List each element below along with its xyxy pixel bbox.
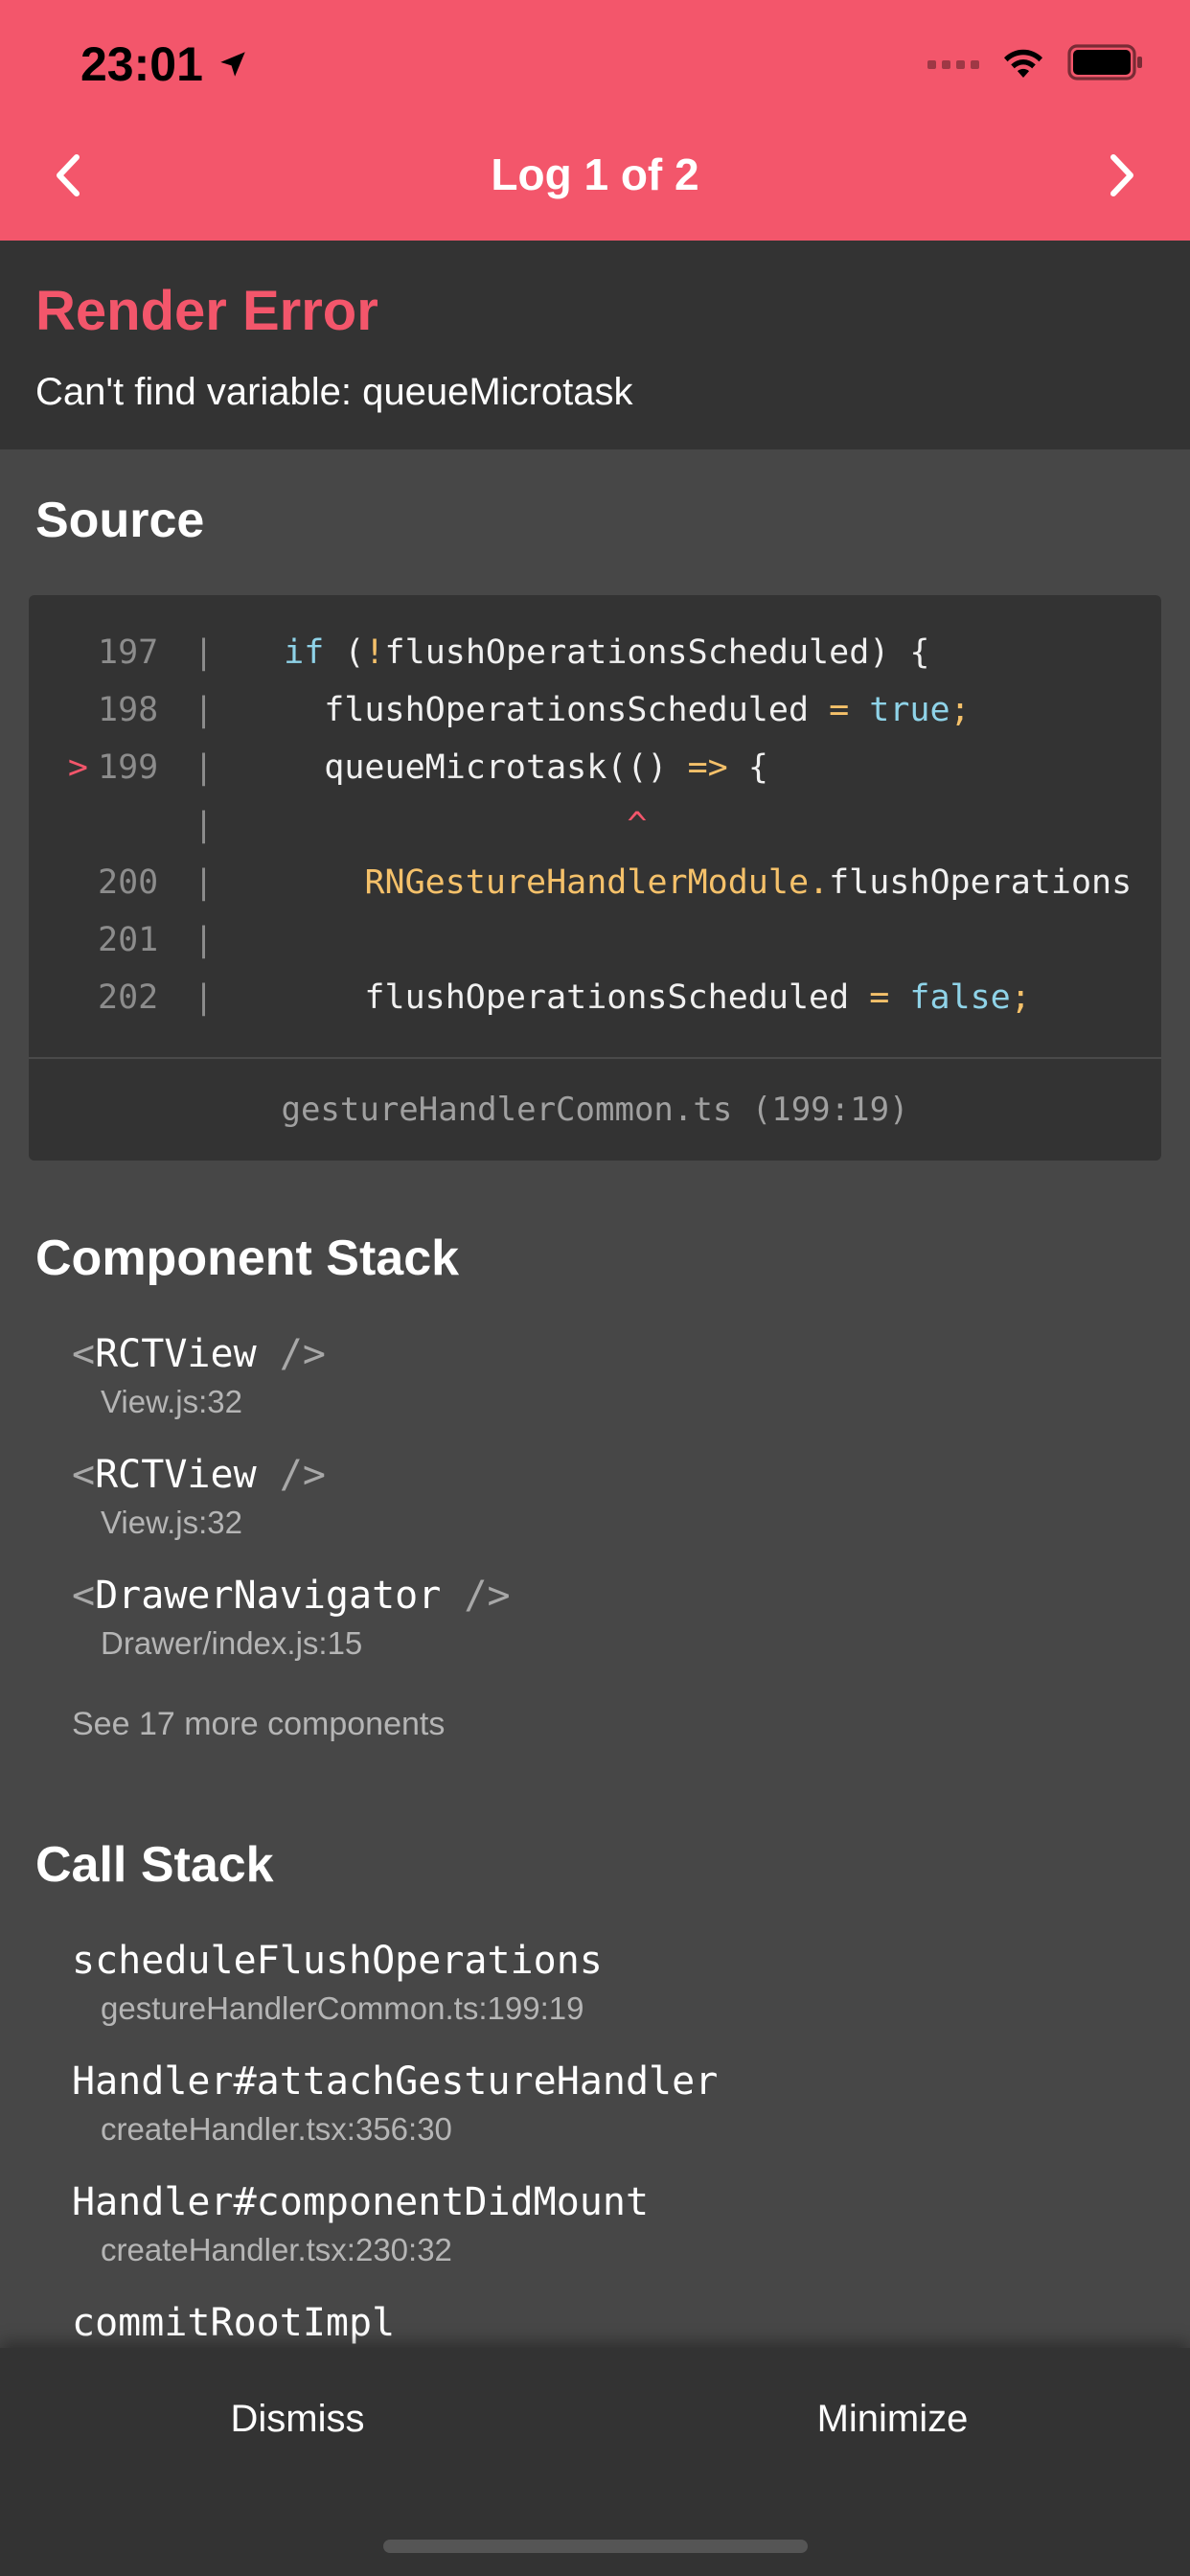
call-stack-frame[interactable]: Handler#componentDidMount createHandler.… bbox=[72, 2180, 649, 2268]
code-frame[interactable]: 197 | if (!flushOperationsScheduled) { 1… bbox=[29, 595, 1161, 1161]
function-name: Handler#componentDidMount bbox=[72, 2180, 650, 2224]
function-location: gestureHandlerCommon.ts:199:19 bbox=[101, 1990, 584, 2026]
component-stack-title: Component Stack bbox=[35, 1230, 460, 1286]
function-location: createHandler.tsx:230:32 bbox=[101, 2232, 452, 2267]
log-counter-title: Log 1 of 2 bbox=[491, 150, 699, 199]
component-location: Drawer/index.js:15 bbox=[101, 1625, 363, 1661]
code-line: 202 | flushOperationsScheduled = false; bbox=[98, 978, 1031, 1017]
battery-icon bbox=[1067, 44, 1144, 85]
call-stack-frame[interactable]: commitRootImpl bbox=[72, 2301, 395, 2345]
code-line: 198 | flushOperationsScheduled = true; bbox=[98, 691, 971, 729]
source-file-link[interactable]: gestureHandlerCommon.ts (199:19) bbox=[29, 1057, 1161, 1161]
line-number: 201 bbox=[98, 921, 159, 959]
error-line-marker: > bbox=[67, 748, 88, 787]
line-number: 200 bbox=[98, 863, 159, 902]
function-name: commitRootImpl bbox=[72, 2301, 396, 2345]
component-name: DrawerNavigator bbox=[95, 1574, 442, 1618]
code-caret-line: | ^ bbox=[194, 806, 648, 844]
component-frame[interactable]: <RCTView /> View.js:32 bbox=[72, 1332, 326, 1420]
next-log-button[interactable] bbox=[1088, 144, 1156, 211]
call-stack-frame[interactable]: scheduleFlushOperations gestureHandlerCo… bbox=[72, 1939, 603, 2027]
error-message: Can't find variable: queueMicrotask bbox=[35, 371, 633, 413]
function-location: createHandler.tsx:356:30 bbox=[101, 2111, 452, 2147]
source-section-title: Source bbox=[35, 493, 205, 548]
component-location: View.js:32 bbox=[101, 1505, 242, 1540]
location-arrow-icon bbox=[217, 36, 249, 92]
code-line-highlighted: > 199 | queueMicrotask(() => { bbox=[29, 739, 1161, 796]
status-bar-time: 23:01 bbox=[80, 36, 249, 92]
code-line: 201 | bbox=[98, 921, 215, 959]
code-line: 197 | if (!flushOperationsScheduled) { bbox=[98, 633, 930, 672]
component-name: RCTView bbox=[95, 1332, 257, 1376]
code-lines: 197 | if (!flushOperationsScheduled) { 1… bbox=[29, 624, 1161, 1026]
chevron-right-icon bbox=[1106, 153, 1138, 202]
time-label: 23:01 bbox=[80, 37, 203, 91]
call-stack-title: Call Stack bbox=[35, 1837, 274, 1893]
error-title: Render Error bbox=[35, 280, 378, 342]
error-summary: Render Error Can't find variable: queueM… bbox=[0, 241, 1190, 449]
dismiss-button[interactable]: Dismiss bbox=[0, 2348, 595, 2490]
component-location: View.js:32 bbox=[101, 1384, 242, 1419]
component-frame[interactable]: <DrawerNavigator /> Drawer/index.js:15 bbox=[72, 1574, 511, 1662]
call-stack-frame[interactable]: Handler#attachGestureHandler createHandl… bbox=[72, 2059, 718, 2148]
log-header: 23:01 Log 1 of 2 bbox=[0, 0, 1190, 241]
minimize-button[interactable]: Minimize bbox=[595, 2348, 1190, 2490]
wifi-icon bbox=[1000, 45, 1046, 84]
status-bar-right bbox=[927, 44, 1144, 85]
function-name: scheduleFlushOperations bbox=[72, 1939, 603, 1983]
cellular-signal-icon bbox=[927, 60, 979, 69]
line-number: 199 bbox=[98, 748, 159, 787]
component-frame[interactable]: <RCTView /> View.js:32 bbox=[72, 1453, 326, 1541]
home-indicator[interactable] bbox=[383, 2540, 808, 2553]
see-more-components-link[interactable]: See 17 more components bbox=[72, 1706, 445, 1743]
line-number: 197 bbox=[98, 633, 159, 672]
line-number: 198 bbox=[98, 691, 159, 729]
function-name: Handler#attachGestureHandler bbox=[72, 2059, 719, 2104]
code-line: 200 | RNGestureHandlerModule.flushOperat… bbox=[98, 863, 1133, 902]
error-caret: ^ bbox=[627, 806, 648, 844]
component-name: RCTView bbox=[95, 1453, 257, 1497]
line-number: 202 bbox=[98, 978, 159, 1017]
